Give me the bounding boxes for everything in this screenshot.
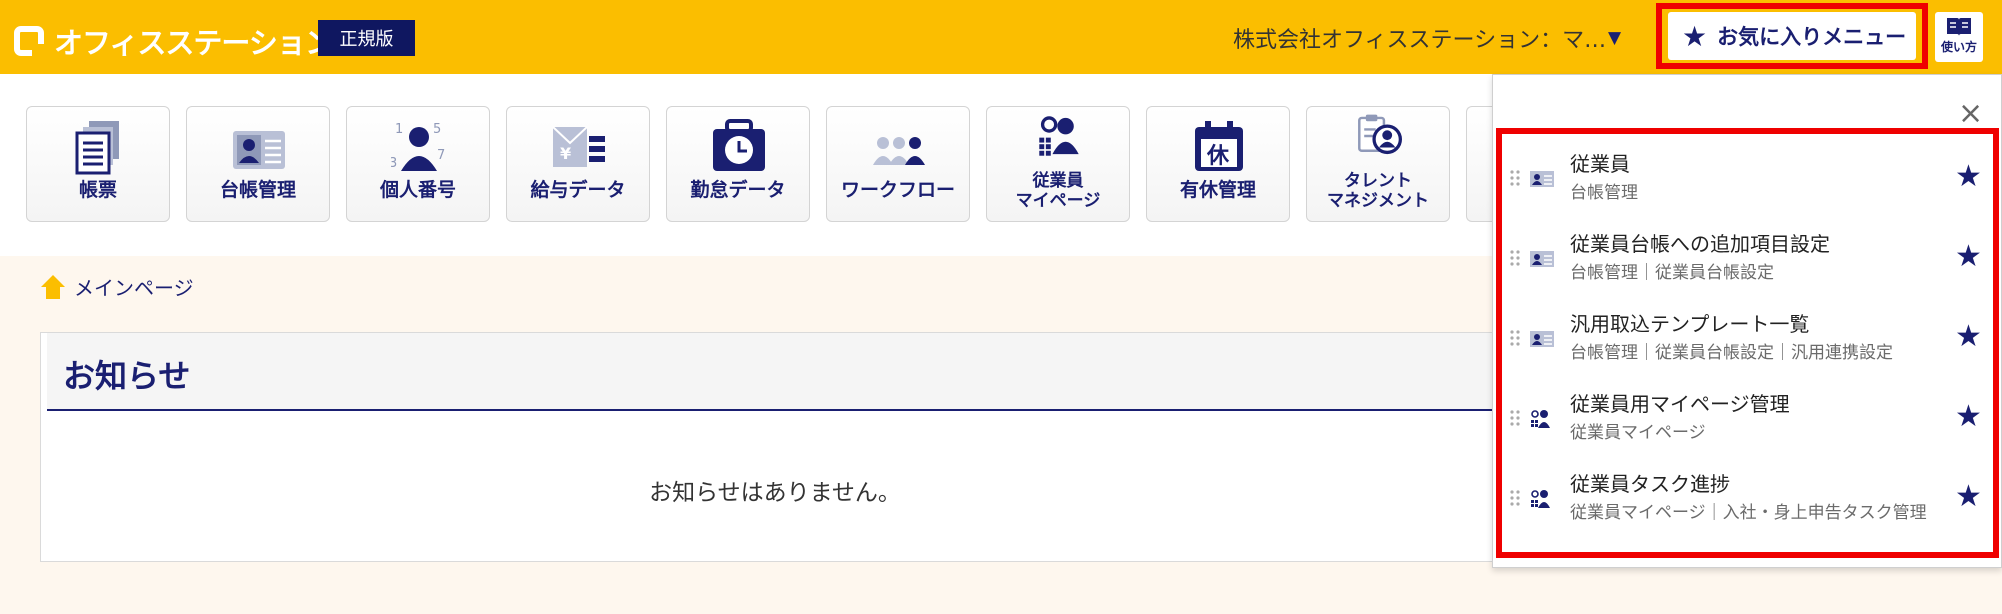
star-icon[interactable]: ★ xyxy=(1955,402,1982,432)
help-button[interactable]: 使い方 xyxy=(1935,12,1983,62)
drag-handle-icon[interactable] xyxy=(1510,410,1520,426)
tool-label-line2: マネジメント xyxy=(1327,191,1429,211)
logo-mark-icon xyxy=(14,26,44,56)
employee-mypage-icon xyxy=(1531,410,1550,428)
tool-employee-mypage[interactable]: 従業員 マイページ xyxy=(986,106,1130,222)
svg-text:休: 休 xyxy=(1206,144,1230,169)
workflow-icon xyxy=(873,137,925,165)
notice-empty-message: お知らせはありません。 xyxy=(649,480,901,506)
drag-handle-icon[interactable] xyxy=(1510,330,1520,346)
svg-text:3: 3 xyxy=(391,156,397,171)
svg-text:1: 1 xyxy=(395,122,403,137)
tool-label: 勤怠データ xyxy=(690,179,786,201)
talent-management-icon xyxy=(1358,114,1402,155)
favorite-item[interactable]: 従業員台帳への追加項目設定 台帳管理｜従業員台帳設定 ★ xyxy=(1508,222,1988,302)
document-stack-icon xyxy=(75,121,119,175)
ledger-card-icon xyxy=(1530,251,1554,267)
favorite-path: 台帳管理｜従業員台帳設定｜汎用連携設定 xyxy=(1570,343,1893,363)
svg-text:7: 7 xyxy=(437,148,445,163)
favorite-path: 従業員マイページ xyxy=(1570,423,1706,443)
tool-label: 帳票 xyxy=(78,179,117,201)
tool-label: 給与データ xyxy=(530,179,626,201)
paid-leave-calendar-icon: 休 xyxy=(1195,121,1243,171)
tool-label-line1: タレント xyxy=(1344,171,1412,191)
home-icon[interactable] xyxy=(40,274,66,300)
favorite-path: 従業員マイページ｜入社・身上申告タスク管理 xyxy=(1570,503,1927,523)
tool-label: 個人番号 xyxy=(379,179,456,201)
notice-panel: お知らせ お知らせはありません。 xyxy=(40,332,1510,562)
tool-forms[interactable]: 帳票 xyxy=(26,106,170,222)
favorite-name: 従業員タスク進捗 xyxy=(1570,472,1730,496)
favorite-item[interactable]: 従業員 台帳管理 ★ xyxy=(1508,142,1988,222)
ledger-card-icon xyxy=(233,131,285,169)
favorite-name: 従業員用マイページ管理 xyxy=(1570,392,1790,416)
tool-label-line1: 従業員 xyxy=(1032,171,1084,191)
favorite-name: 汎用取込テンプレート一覧 xyxy=(1570,312,1810,336)
tool-label: ワークフロー xyxy=(840,179,955,201)
favorite-item[interactable]: 汎用取込テンプレート一覧 台帳管理｜従業員台帳設定｜汎用連携設定 ★ xyxy=(1508,302,1988,382)
svg-text:5: 5 xyxy=(433,122,441,137)
star-icon[interactable]: ★ xyxy=(1955,482,1982,512)
favorite-item[interactable]: 従業員用マイページ管理 従業員マイページ ★ xyxy=(1508,382,1988,462)
notice-header xyxy=(47,333,1503,411)
notice-title: お知らせ xyxy=(63,357,191,395)
drag-handle-icon[interactable] xyxy=(1510,250,1520,266)
tool-label: 有休管理 xyxy=(1179,179,1256,201)
tool-label-line2: マイページ xyxy=(1015,191,1101,211)
favorite-path: 台帳管理 xyxy=(1570,183,1638,203)
favorite-path: 台帳管理｜従業員台帳設定 xyxy=(1570,263,1774,283)
chevron-down-icon[interactable]: ▼ xyxy=(1608,28,1621,48)
company-selector[interactable]: 株式会社オフィスステーション：マ… xyxy=(1233,22,1606,54)
tool-personal-number[interactable]: 1 5 3 7 個人番号 xyxy=(346,106,490,222)
breadcrumb-main-page[interactable]: メインページ xyxy=(74,272,194,301)
tool-attendance-data[interactable]: 勤怠データ xyxy=(666,106,810,222)
edition-badge: 正規版 xyxy=(318,20,415,56)
drag-handle-icon[interactable] xyxy=(1510,170,1520,186)
personal-number-icon: 1 5 3 7 xyxy=(391,122,445,171)
ledger-card-icon xyxy=(1530,171,1554,187)
svg-text:¥: ¥ xyxy=(560,144,571,163)
top-header: オフィスステーション 正規版 株式会社オフィスステーション：マ… ▼ ★ お気に… xyxy=(0,0,2002,74)
logo-text: オフィスステーション xyxy=(54,26,334,60)
tool-salary-data[interactable]: ¥ 給与データ xyxy=(506,106,650,222)
tool-label: 台帳管理 xyxy=(219,179,296,201)
star-icon[interactable]: ★ xyxy=(1955,322,1982,352)
attendance-clock-icon xyxy=(713,119,765,171)
app-logo[interactable]: オフィスステーション xyxy=(14,20,334,62)
favorites-button-highlight xyxy=(1656,3,1928,69)
favorite-name: 従業員 xyxy=(1570,152,1630,176)
salary-data-icon: ¥ xyxy=(552,126,605,167)
help-label: 使い方 xyxy=(1940,40,1977,54)
ledger-card-icon xyxy=(1530,331,1554,347)
star-icon[interactable]: ★ xyxy=(1955,242,1982,272)
book-icon xyxy=(1947,18,1971,36)
favorite-name: 従業員台帳への追加項目設定 xyxy=(1570,232,1830,256)
employee-mypage-icon xyxy=(1531,490,1550,508)
drag-handle-icon[interactable] xyxy=(1510,490,1520,506)
tool-paid-leave[interactable]: 休 有休管理 xyxy=(1146,106,1290,222)
tool-ledger[interactable]: 台帳管理 xyxy=(186,106,330,222)
close-icon[interactable]: × xyxy=(1958,99,1983,129)
favorite-item[interactable]: 従業員タスク進捗 従業員マイページ｜入社・身上申告タスク管理 ★ xyxy=(1508,462,1988,542)
employee-mypage-icon xyxy=(1039,116,1079,156)
tool-workflow[interactable]: ワークフロー xyxy=(826,106,970,222)
star-icon[interactable]: ★ xyxy=(1955,162,1982,192)
breadcrumb: メインページ xyxy=(40,272,194,301)
tool-talent-management[interactable]: タレント マネジメント xyxy=(1306,106,1450,222)
